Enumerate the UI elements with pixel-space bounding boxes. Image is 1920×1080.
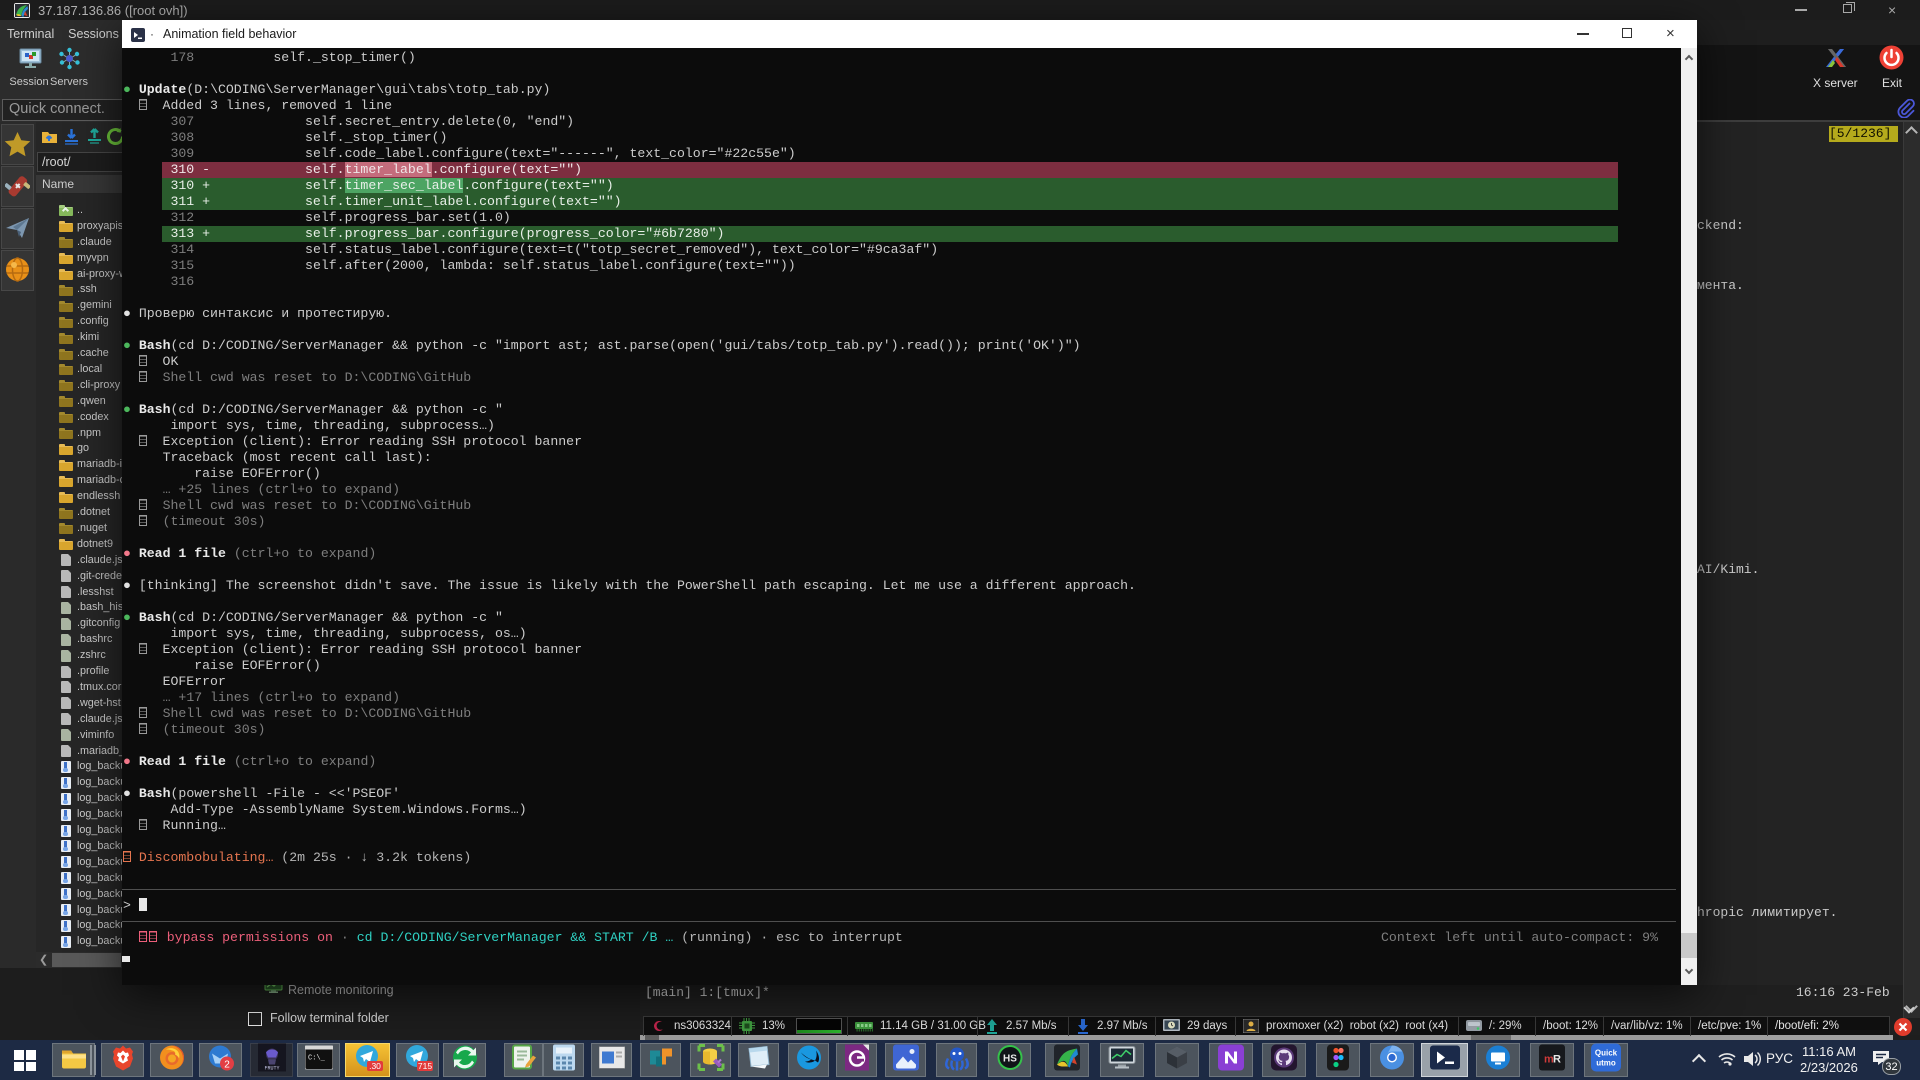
- svg-text:FRUTY: FRUTY: [264, 1066, 279, 1072]
- svg-text:C:\_: C:\_: [308, 1055, 326, 1063]
- svg-text:utmo: utmo: [1596, 1059, 1616, 1068]
- svg-text:.30: .30: [369, 1061, 381, 1071]
- svg-text:HS: HS: [1003, 1054, 1017, 1065]
- svg-text:715: 715: [417, 1061, 431, 1071]
- svg-text:2: 2: [224, 1060, 230, 1071]
- svg-text:Quick: Quick: [1595, 1049, 1618, 1058]
- svg-text:R: R: [1553, 1054, 1561, 1066]
